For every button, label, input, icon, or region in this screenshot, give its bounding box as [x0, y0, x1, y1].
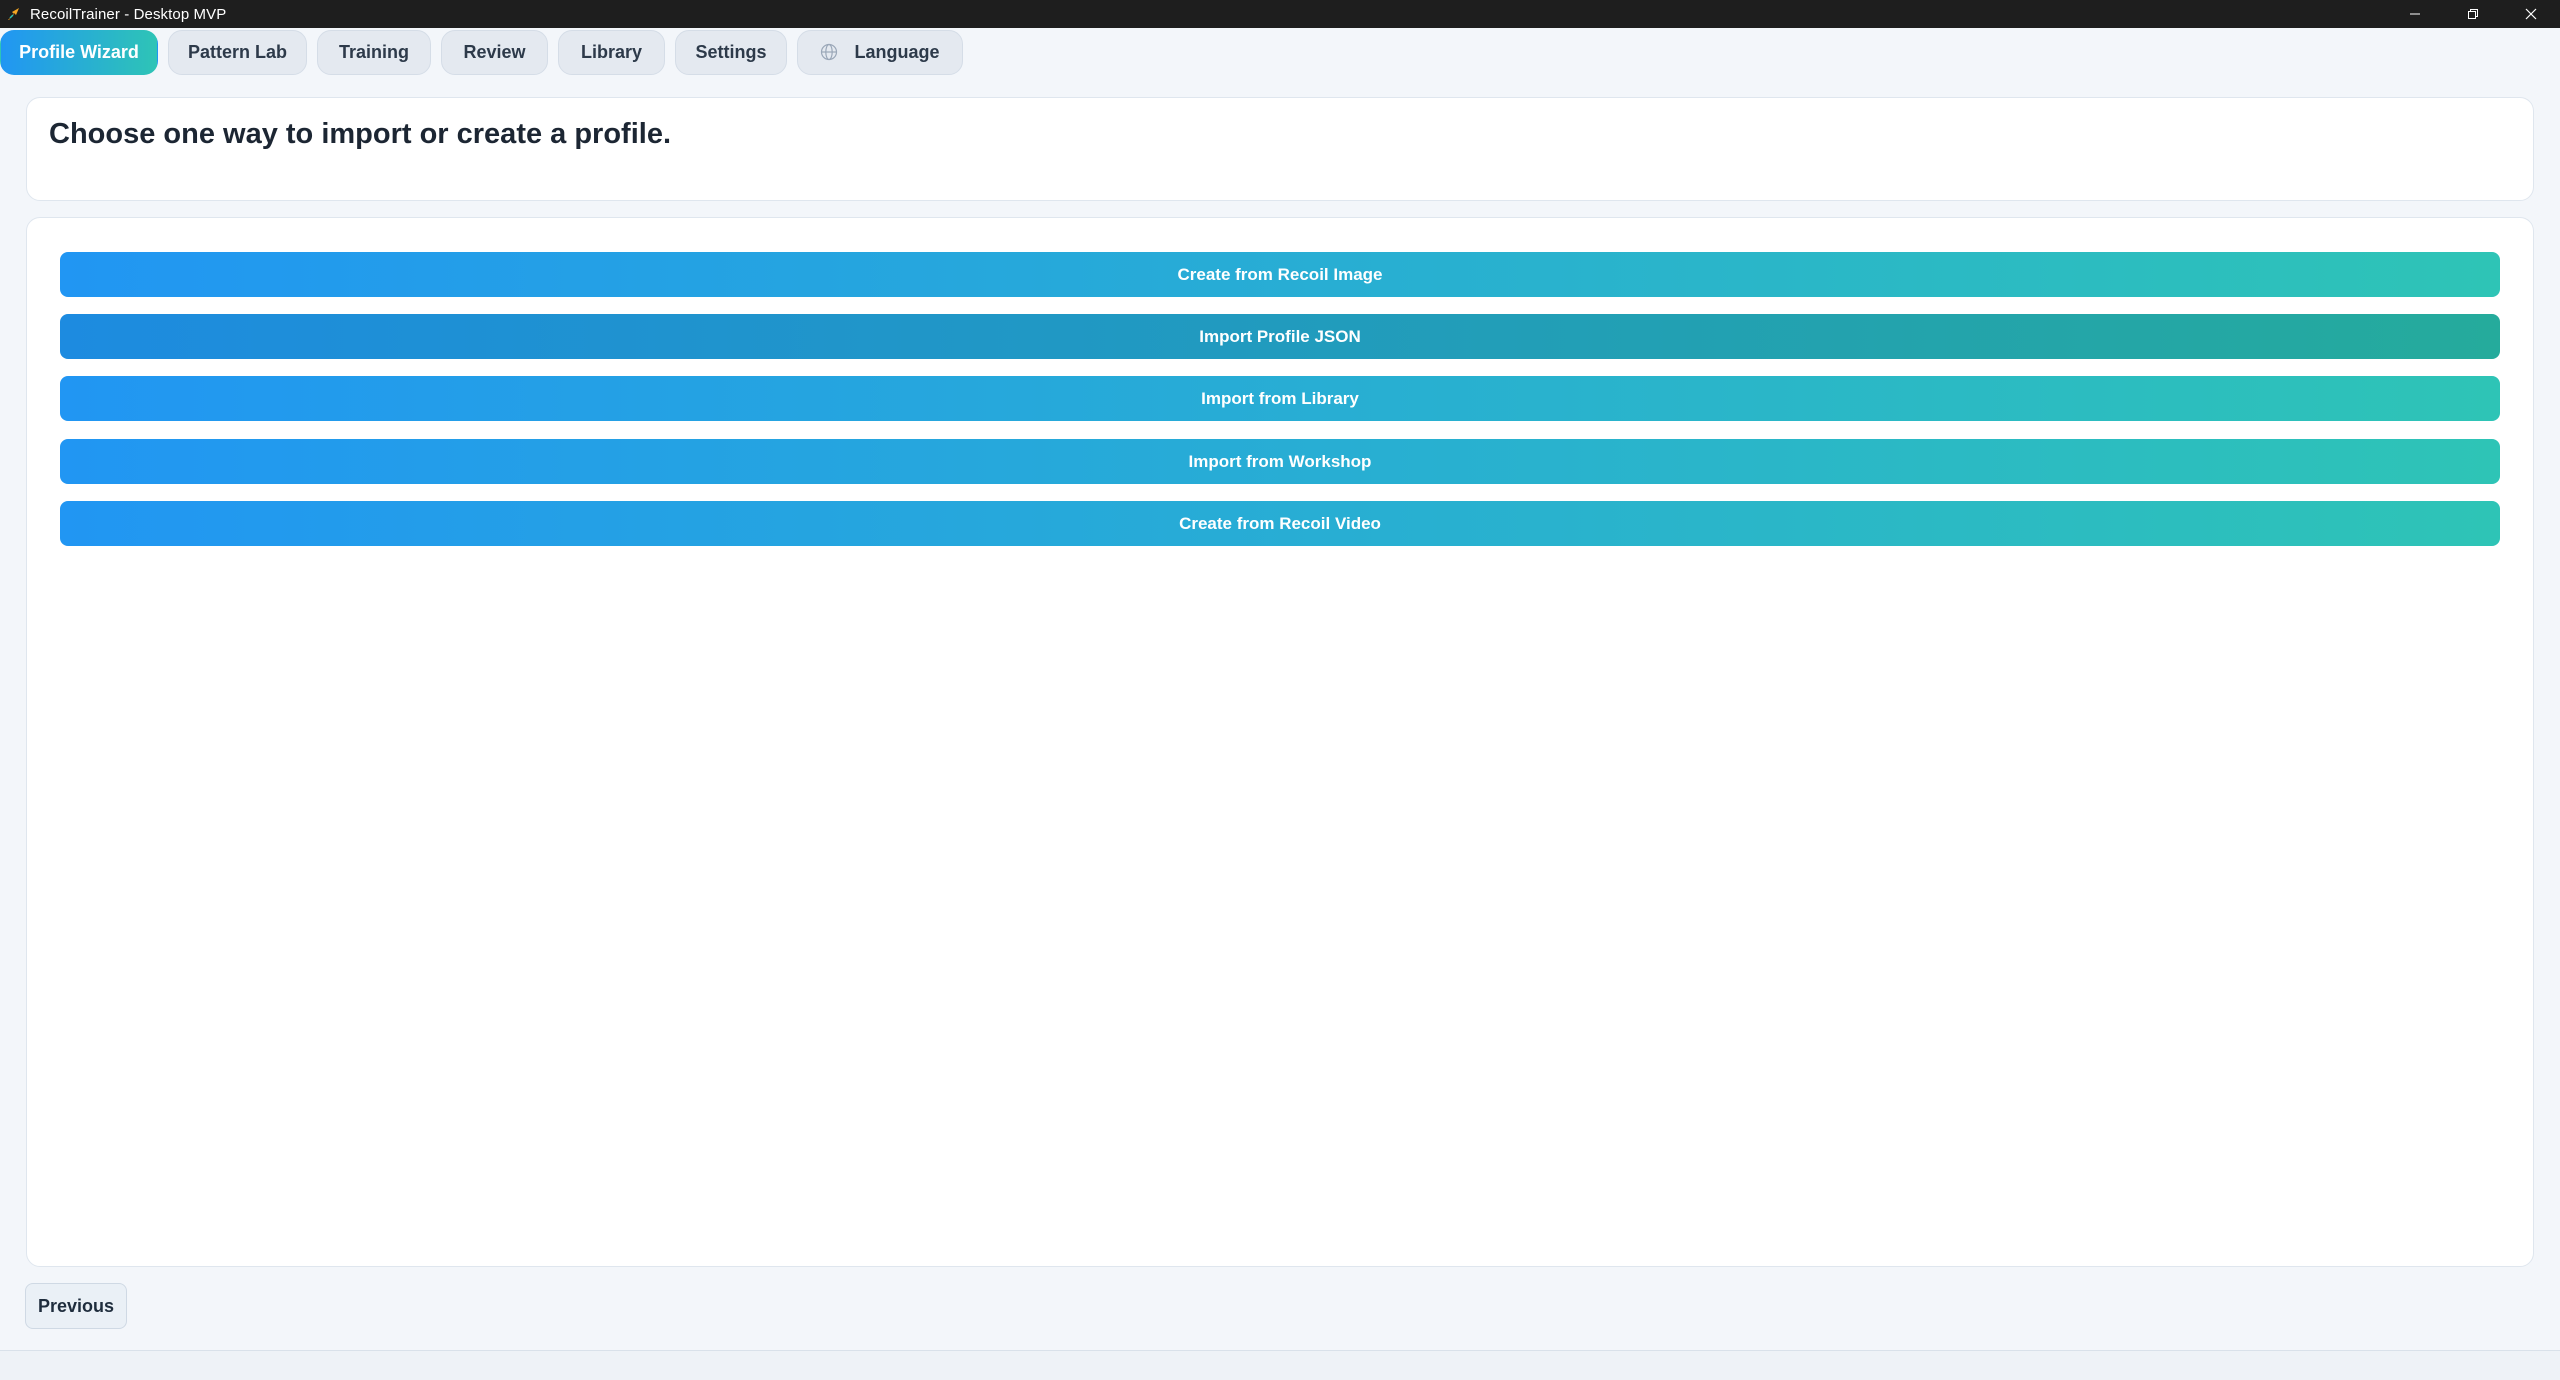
- tab-label: Pattern Lab: [187, 41, 288, 62]
- tab-library[interactable]: Library: [558, 29, 665, 75]
- status-strip: [0, 1350, 2560, 1380]
- app-logo-icon: [6, 6, 22, 22]
- import-profile-json-button[interactable]: Import Profile JSON: [60, 314, 2500, 359]
- page-title: Choose one way to import or create a pro…: [49, 118, 672, 150]
- previous-button-label: Previous: [37, 1295, 115, 1316]
- main-tabs: Profile Wizard Pattern Lab Training Revi…: [0, 29, 973, 75]
- tab-label: Language: [854, 41, 940, 62]
- tab-review[interactable]: Review: [441, 29, 548, 75]
- tab-label: Settings: [695, 41, 767, 62]
- close-icon[interactable]: [2502, 0, 2560, 28]
- create-from-recoil-image-button[interactable]: Create from Recoil Image: [60, 252, 2500, 297]
- restore-icon[interactable]: [2444, 0, 2502, 28]
- tab-pattern-lab[interactable]: Pattern Lab: [168, 29, 307, 75]
- minimize-icon[interactable]: [2386, 0, 2444, 28]
- tab-label: Training: [338, 41, 409, 62]
- tab-label: Profile Wizard: [19, 41, 139, 62]
- window-controls: [2386, 0, 2560, 28]
- header-card: Choose one way to import or create a pro…: [26, 97, 2534, 201]
- globe-icon: [820, 43, 838, 61]
- previous-button[interactable]: Previous: [25, 1283, 127, 1329]
- window-title: RecoilTrainer - Desktop MVP: [30, 5, 227, 23]
- window-titlebar: RecoilTrainer - Desktop MVP: [0, 0, 2560, 28]
- tab-label: Library: [580, 41, 643, 62]
- import-from-library-button[interactable]: Import from Library: [60, 376, 2500, 421]
- tab-label: Review: [463, 41, 526, 62]
- tab-training[interactable]: Training: [317, 29, 431, 75]
- options-card: Create from Recoil Image Import Profile …: [26, 217, 2534, 1267]
- tab-language[interactable]: Language: [797, 29, 963, 75]
- tab-profile-wizard[interactable]: Profile Wizard: [0, 29, 158, 75]
- import-from-workshop-button[interactable]: Import from Workshop: [60, 439, 2500, 484]
- create-from-recoil-video-button[interactable]: Create from Recoil Video: [60, 501, 2500, 546]
- tab-settings[interactable]: Settings: [675, 29, 787, 75]
